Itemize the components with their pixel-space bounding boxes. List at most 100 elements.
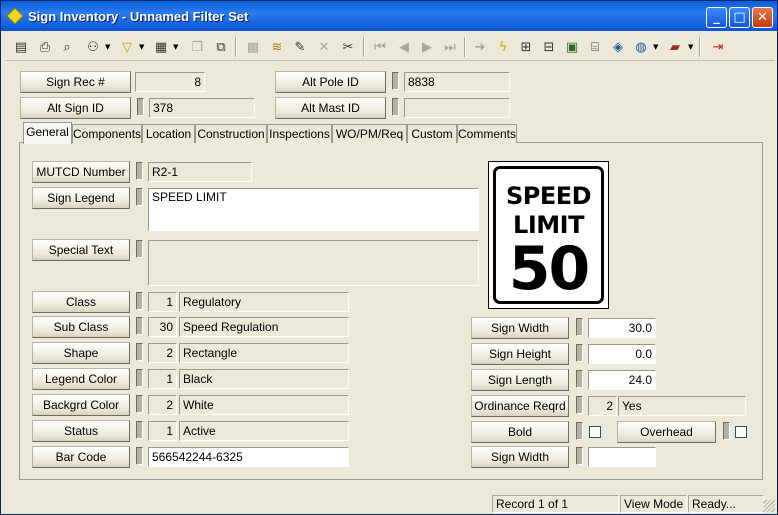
first-record-icon[interactable]: ⏮ — [370, 37, 390, 57]
pencil-icon[interactable]: ✎ — [290, 37, 310, 57]
sign-height-field[interactable]: 0.0 — [588, 344, 656, 364]
sub-class-button[interactable]: Sub Class — [32, 316, 130, 338]
status-code-field[interactable]: 1 — [148, 421, 177, 441]
overhead-checkbox[interactable] — [735, 426, 747, 438]
cut-icon[interactable]: ✂ — [338, 37, 358, 57]
globe-dropdown-icon[interactable]: ▼ — [653, 42, 660, 52]
tab-general[interactable]: General — [23, 122, 72, 144]
special-text-field[interactable] — [148, 240, 479, 286]
picture-icon[interactable]: ▣ — [562, 37, 582, 57]
alt-sign-id-button[interactable]: Alt Sign ID — [20, 97, 131, 119]
sign-length-button[interactable]: Sign Length — [471, 369, 569, 391]
field-marker — [137, 98, 144, 116]
goto-icon[interactable]: ➔ — [470, 37, 490, 57]
book-dropdown-icon[interactable]: ▼ — [688, 42, 695, 52]
lightning-icon[interactable]: ϟ — [493, 37, 513, 57]
ordinance-code-field[interactable]: 2 — [588, 396, 617, 416]
alt-pole-id-button[interactable]: Alt Pole ID — [275, 71, 386, 93]
alt-pole-id-field[interactable]: 8838 — [404, 72, 510, 92]
backgrd-color-code-field[interactable]: 2 — [148, 395, 177, 415]
sign-width-button[interactable]: Sign Width — [471, 317, 569, 339]
hierarchy-icon[interactable]: ⊟ — [539, 37, 559, 57]
globe-icon[interactable]: ◍ — [631, 37, 651, 57]
status-bar: Record 1 of 1 View Mode Ready... — [1, 493, 777, 514]
print-icon[interactable]: ⎙ — [35, 37, 55, 57]
legend-color-button[interactable]: Legend Color — [32, 368, 130, 390]
field-marker — [136, 447, 143, 465]
sign-rec-button[interactable]: Sign Rec # — [20, 71, 131, 93]
paste-icon[interactable]: ⧉ — [211, 37, 231, 57]
prev-record-icon[interactable]: ◀ — [394, 37, 414, 57]
report-dropdown-icon[interactable]: ▼ — [173, 42, 180, 52]
ordinance-reqrd-button[interactable]: Ordinance Reqrd — [471, 395, 569, 417]
binoculars-icon[interactable]: ⚇ — [83, 37, 103, 57]
close-button[interactable]: ✕ — [752, 7, 773, 28]
last-record-icon[interactable]: ⏭ — [440, 37, 460, 57]
toolbar-separator — [363, 37, 365, 57]
status-button[interactable]: Status — [32, 420, 130, 442]
sign-width-button-2[interactable]: Sign Width — [471, 446, 569, 468]
mutcd-number-field[interactable]: R2-1 — [148, 162, 252, 182]
shape-button[interactable]: Shape — [32, 342, 130, 364]
legend-color-code-field[interactable]: 1 — [148, 369, 177, 389]
sign-legend-button[interactable]: Sign Legend — [32, 187, 130, 209]
layers-icon[interactable]: ≋ — [267, 37, 287, 57]
grid-icon[interactable]: ▩ — [243, 37, 263, 57]
tab-components[interactable]: Components — [72, 124, 142, 143]
minimize-button[interactable]: _ — [706, 7, 727, 28]
shape-code-field[interactable]: 2 — [148, 343, 177, 363]
tab-location[interactable]: Location — [142, 124, 195, 143]
record-indicator: Record 1 of 1 — [492, 495, 619, 513]
copy-icon[interactable]: ❐ — [187, 37, 207, 57]
field-marker — [136, 188, 143, 206]
field-marker — [576, 318, 583, 336]
sign-width-field-2[interactable] — [588, 447, 656, 467]
ordinance-value-field: Yes — [618, 396, 746, 416]
field-marker — [576, 447, 583, 465]
report-icon[interactable]: ▦ — [151, 37, 171, 57]
sign-length-field[interactable]: 24.0 — [588, 370, 656, 390]
tab-custom[interactable]: Custom — [407, 124, 457, 143]
sign-rec-field: 8 — [135, 72, 205, 92]
mutcd-number-button[interactable]: MUTCD Number — [32, 161, 130, 183]
list-icon[interactable]: ▤ — [11, 37, 31, 57]
tab-construction[interactable]: Construction — [195, 124, 267, 143]
filter-icon[interactable]: ▽ — [117, 37, 137, 57]
calculator-icon[interactable]: ⌸ — [585, 37, 605, 57]
field-marker — [392, 72, 399, 90]
bold-button[interactable]: Bold — [471, 421, 569, 443]
maximize-button[interactable]: □ — [729, 7, 750, 28]
delete-icon[interactable]: ✕ — [314, 37, 334, 57]
tab-comments[interactable]: Comments — [457, 124, 517, 143]
filter-dropdown-icon[interactable]: ▼ — [139, 42, 146, 52]
binoculars-dropdown-icon[interactable]: ▼ — [105, 42, 112, 52]
title-bar: Sign Inventory - Unnamed Filter Set _ □ … — [1, 1, 777, 31]
class-button[interactable]: Class — [32, 291, 130, 313]
backgrd-color-button[interactable]: Backgrd Color — [32, 394, 130, 416]
map-layers-icon[interactable]: ◈ — [608, 37, 628, 57]
exit-icon[interactable]: ⇥ — [708, 37, 728, 57]
bar-code-field[interactable]: 566542244-6325 — [148, 447, 349, 467]
alt-sign-id-field[interactable]: 378 — [149, 98, 255, 118]
sign-height-button[interactable]: Sign Height — [471, 343, 569, 365]
resize-grip[interactable] — [763, 500, 775, 512]
overhead-button[interactable]: Overhead — [617, 421, 716, 443]
map-icon[interactable]: ⊞ — [516, 37, 536, 57]
alt-mast-id-button[interactable]: Alt Mast ID — [275, 97, 386, 119]
sign-width-field[interactable]: 30.0 — [588, 318, 656, 338]
tab-wo-pm-req[interactable]: WO/PM/Req — [332, 124, 407, 143]
status-value-field: Active — [179, 421, 349, 441]
field-marker — [136, 162, 143, 180]
field-marker — [136, 317, 143, 335]
next-record-icon[interactable]: ▶ — [417, 37, 437, 57]
class-code-field[interactable]: 1 — [148, 292, 177, 312]
sign-legend-field[interactable]: SPEED LIMIT — [148, 188, 479, 231]
tab-inspections[interactable]: Inspections — [267, 124, 332, 143]
sub-class-code-field[interactable]: 30 — [148, 317, 177, 337]
alt-mast-id-field[interactable] — [404, 98, 510, 118]
bar-code-button[interactable]: Bar Code — [32, 446, 130, 468]
print-preview-icon[interactable]: ⌕ — [57, 37, 77, 57]
book-icon[interactable]: ▰ — [665, 37, 685, 57]
special-text-button[interactable]: Special Text — [32, 239, 130, 261]
bold-checkbox[interactable] — [589, 426, 601, 438]
